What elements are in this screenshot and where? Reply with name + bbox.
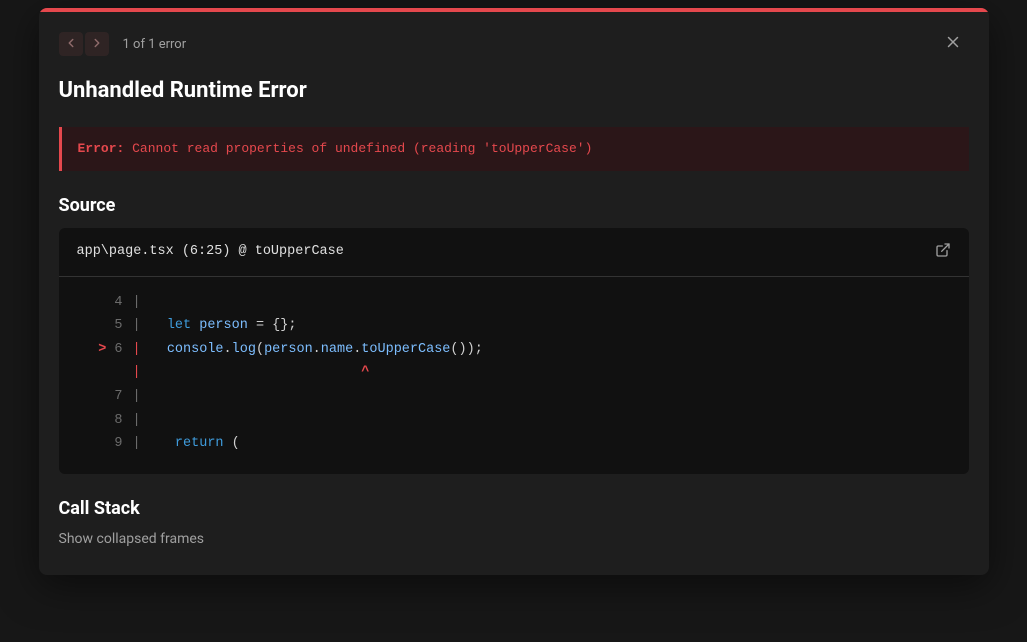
error-overlay-dialog: 1 of 1 error Unhandled Runtime Error Err… [39, 8, 989, 575]
gutter-pipe: | [123, 361, 151, 385]
nav-group: 1 of 1 error [59, 32, 187, 56]
code-line: > 6| console.log(person.name.toUpperCase… [77, 338, 951, 362]
error-message-box: Error: Cannot read properties of undefin… [59, 127, 969, 171]
gutter: 4 [77, 291, 123, 315]
gutter: > 6 [77, 338, 123, 362]
source-section-title: Source [59, 195, 969, 216]
code-block: 4|5| let person = {};> 6| console.log(pe… [59, 277, 969, 474]
next-error-button[interactable] [85, 32, 109, 56]
nav-buttons [59, 32, 109, 56]
gutter: 5 [77, 314, 123, 338]
error-counter: 1 of 1 error [123, 37, 187, 52]
gutter-pipe: | [123, 314, 151, 338]
code-line: 7| [77, 385, 951, 409]
gutter: 7 [77, 385, 123, 409]
gutter [77, 361, 123, 385]
code-content: return ( [151, 432, 240, 456]
arrow-left-icon [64, 35, 78, 54]
code-line: 4| [77, 291, 951, 315]
close-button[interactable] [937, 28, 969, 60]
close-icon [944, 33, 962, 55]
prev-error-button[interactable] [59, 32, 83, 56]
code-content: let person = {}; [151, 314, 297, 338]
source-location: app\page.tsx (6:25) @ toUpperCase [77, 244, 344, 259]
source-header: app\page.tsx (6:25) @ toUpperCase [59, 228, 969, 277]
error-message-text: Cannot read properties of undefined (rea… [124, 141, 592, 156]
code-line: 5| let person = {}; [77, 314, 951, 338]
gutter: 8 [77, 409, 123, 433]
code-line: 8| [77, 409, 951, 433]
code-content: ^ [151, 361, 370, 385]
dialog-body: Unhandled Runtime Error Error: Cannot re… [39, 78, 989, 575]
show-collapsed-frames-button[interactable]: Show collapsed frames [59, 531, 969, 547]
gutter-pipe: | [123, 432, 151, 456]
callstack-section-title: Call Stack [59, 498, 969, 519]
arrow-right-icon [90, 35, 104, 54]
gutter-pipe: | [123, 338, 151, 362]
external-link-icon [935, 242, 951, 262]
code-line: 9| return ( [77, 432, 951, 456]
source-location-path: app\page.tsx (6:25) @ [77, 244, 255, 259]
code-content: console.log(person.name.toUpperCase()); [151, 338, 483, 362]
dialog-header: 1 of 1 error [39, 12, 989, 74]
error-message: Error: Cannot read properties of undefin… [78, 139, 953, 159]
code-line: | ^ [77, 361, 951, 385]
source-panel: app\page.tsx (6:25) @ toUpperCase 4|5| l… [59, 228, 969, 474]
error-title: Unhandled Runtime Error [59, 78, 969, 103]
source-function-name: toUpperCase [255, 244, 344, 259]
gutter-pipe: | [123, 409, 151, 433]
gutter: 9 [77, 432, 123, 456]
error-prefix: Error: [78, 141, 125, 156]
open-in-editor-button[interactable] [935, 242, 951, 262]
gutter-pipe: | [123, 385, 151, 409]
gutter-pipe: | [123, 291, 151, 315]
